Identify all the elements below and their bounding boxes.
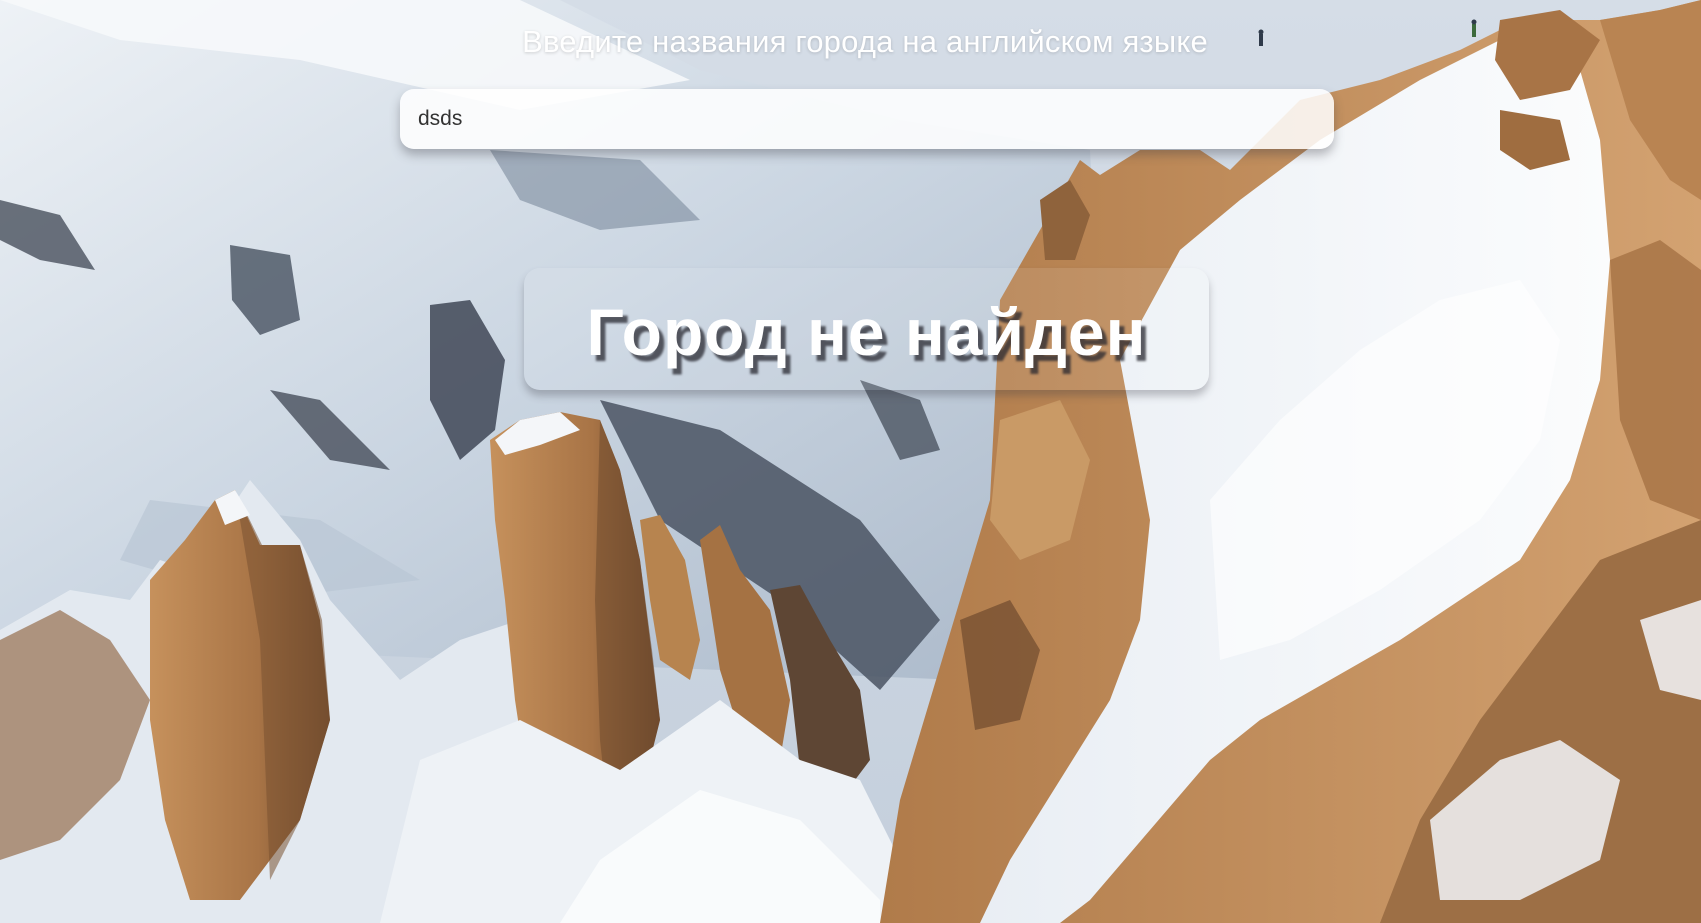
search-container (400, 89, 1334, 149)
city-not-found-message: Город не найден (586, 295, 1147, 369)
result-card: Город не найден (524, 268, 1209, 390)
city-search-input[interactable] (400, 89, 1334, 149)
city-prompt-label: Введите названия города на английском яз… (522, 24, 1208, 59)
